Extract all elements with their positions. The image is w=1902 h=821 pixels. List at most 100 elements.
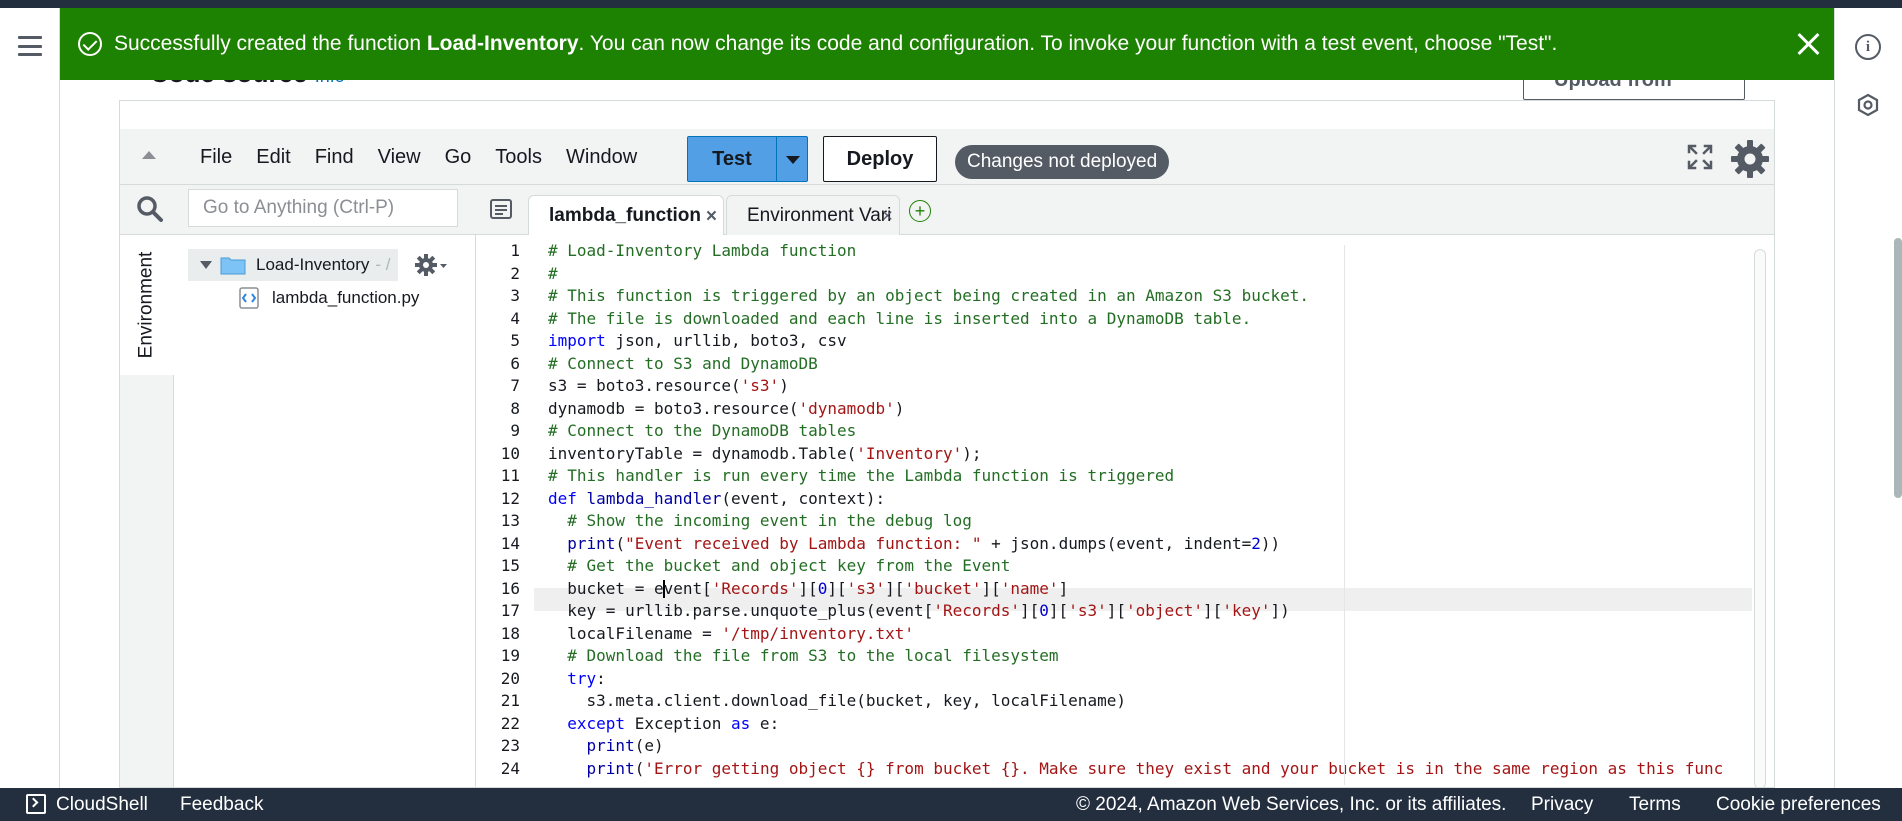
code-line: # Connect to S3 and DynamoDB xyxy=(548,353,818,373)
test-button[interactable]: Test xyxy=(687,136,777,182)
code-line: print("Event received by Lambda function… xyxy=(567,533,1281,553)
code-line: localFilename = '/tmp/inventory.txt' xyxy=(548,623,915,643)
code-editor-ide: File Edit Find View Go Tools Window Test… xyxy=(119,100,1775,788)
tabs-list-icon[interactable] xyxy=(490,199,512,219)
line-number: 2 xyxy=(510,263,520,283)
line-number: 5 xyxy=(510,331,520,350)
code-line: dynamodb = boto3.resource('dynamodb') xyxy=(548,398,905,418)
search-icon[interactable] xyxy=(136,195,164,223)
copyright-text: © 2024, Amazon Web Services, Inc. or its… xyxy=(1076,794,1507,815)
close-tab-icon[interactable]: × xyxy=(882,206,893,228)
code-line: bucket = event['Records'][0]['s3']['buck… xyxy=(548,578,1069,598)
page-scrollbar[interactable] xyxy=(1894,238,1902,498)
code-line: # This function is triggered by an objec… xyxy=(548,286,1309,305)
menu-file[interactable]: File xyxy=(188,146,244,169)
line-number: 20 xyxy=(500,668,520,688)
left-rail xyxy=(0,8,60,788)
line-number: 16 xyxy=(500,578,520,598)
menu-view[interactable]: View xyxy=(366,146,433,169)
code-line: print('Error getting object {} from buck… xyxy=(586,758,1724,778)
deploy-status-badge: Changes not deployed xyxy=(955,145,1170,179)
ide-menu: File Edit Find View Go Tools Window xyxy=(188,129,649,185)
goto-anything-input[interactable] xyxy=(188,189,458,227)
top-nav-strip xyxy=(0,0,1902,8)
code-line: import json, urllib, boto3, csv xyxy=(548,331,847,350)
code-line: # xyxy=(548,263,558,283)
close-icon[interactable] xyxy=(1795,30,1823,58)
cookie-preferences-link[interactable]: Cookie preferences xyxy=(1716,794,1881,816)
ide-toolbar: File Edit Find View Go Tools Window Test… xyxy=(120,129,1774,185)
hamburger-menu-icon[interactable] xyxy=(18,36,42,56)
collapse-up-icon[interactable] xyxy=(142,151,156,159)
line-number: 13 xyxy=(500,511,520,530)
line-number: 23 xyxy=(500,736,520,755)
menu-go[interactable]: Go xyxy=(433,146,484,169)
line-number: 6 xyxy=(510,353,520,373)
cloudshell-icon[interactable] xyxy=(26,794,46,814)
caret-down-icon xyxy=(200,261,212,269)
menu-find[interactable]: Find xyxy=(303,146,366,169)
tab-label: Environment Vari xyxy=(747,204,892,226)
close-tab-icon[interactable]: × xyxy=(706,206,717,228)
line-number: 4 xyxy=(510,308,520,328)
footer: CloudShell Feedback © 2024, Amazon Web S… xyxy=(0,788,1902,821)
menu-tools[interactable]: Tools xyxy=(483,146,554,169)
line-number: 7 xyxy=(510,376,520,395)
code-line: s3 = boto3.resource('s3') xyxy=(548,376,789,395)
test-dropdown-caret-icon[interactable] xyxy=(776,136,808,182)
info-icon[interactable]: i xyxy=(1855,34,1881,60)
code-line: # The file is downloaded and each line i… xyxy=(548,308,1252,328)
add-tab-icon[interactable]: + xyxy=(909,200,931,222)
feedback-link[interactable]: Feedback xyxy=(180,794,263,816)
line-number: 17 xyxy=(500,601,520,620)
environment-tab[interactable]: Environment xyxy=(120,235,174,375)
code-line: # Show the incoming event in the debug l… xyxy=(567,511,972,530)
line-number: 14 xyxy=(500,533,520,553)
environment-strip: Environment xyxy=(120,235,174,787)
editor-scrollbar[interactable] xyxy=(1754,249,1766,787)
tree-root-folder[interactable]: Load-Inventory - / xyxy=(188,249,398,281)
code-line: # Load-Inventory Lambda function xyxy=(548,241,857,260)
code-line: s3.meta.client.download_file(bucket, key… xyxy=(548,691,1126,710)
ide-subbar: lambda_function × Environment Vari × + xyxy=(120,185,1774,236)
success-check-icon xyxy=(78,32,102,56)
line-number: 24 xyxy=(500,758,520,778)
cloudshell-link[interactable]: CloudShell xyxy=(56,794,148,816)
file-tree: Load-Inventory - / lambda_function.py xyxy=(174,235,476,787)
code-line: key = urllib.parse.unquote_plus(event['R… xyxy=(548,601,1290,620)
code-line: # This handler is run every time the Lam… xyxy=(548,466,1175,485)
feedback-hex-icon[interactable] xyxy=(1856,93,1880,117)
menu-edit[interactable]: Edit xyxy=(244,146,302,169)
tree-settings-gear-icon[interactable] xyxy=(414,253,448,277)
line-number: 3 xyxy=(510,286,520,305)
terms-link[interactable]: Terms xyxy=(1629,794,1681,816)
code-editor[interactable]: 1 2 3 4 5 6 7 8 9 10 11 12 13 14 15 16 17 18 19 20 21 22 23 24 … xyxy=(476,235,1774,787)
tab-lambda-function[interactable]: lambda_function × xyxy=(528,195,724,236)
line-number: 8 xyxy=(510,398,520,418)
right-rail: i xyxy=(1834,8,1902,788)
code-line: try: xyxy=(567,668,606,688)
tab-label: lambda_function xyxy=(549,205,702,226)
code-line: print(e) xyxy=(586,736,664,755)
code-line: # Download the file from S3 to the local… xyxy=(567,646,1059,665)
line-number-gutter: 1 2 3 4 5 6 7 8 9 10 11 12 13 14 15 16 17 18 19 20 21 22 23 24 xyxy=(476,235,534,787)
text-cursor xyxy=(662,580,665,598)
privacy-link[interactable]: Privacy xyxy=(1531,794,1593,816)
fullscreen-icon[interactable] xyxy=(1686,143,1714,171)
print-margin xyxy=(1344,245,1345,785)
deploy-button[interactable]: Deploy xyxy=(823,136,937,182)
python-file-icon xyxy=(239,287,259,309)
tab-environment-variables[interactable]: Environment Vari × xyxy=(726,195,900,235)
preferences-gear-icon[interactable] xyxy=(1730,139,1770,179)
line-number: 11 xyxy=(500,466,520,485)
line-number: 10 xyxy=(500,443,520,463)
tree-file-lambda-function[interactable]: lambda_function.py xyxy=(238,285,419,311)
menu-window[interactable]: Window xyxy=(554,146,649,169)
editor-tabbar: lambda_function × Environment Vari × + xyxy=(476,185,1774,236)
line-number: 15 xyxy=(500,556,520,575)
line-number: 9 xyxy=(510,421,520,440)
code-line: except Exception as e: xyxy=(567,713,780,733)
line-number: 21 xyxy=(500,691,520,710)
flash-message: Successfully created the function Load-I… xyxy=(114,32,1558,55)
line-number: 22 xyxy=(500,713,520,733)
